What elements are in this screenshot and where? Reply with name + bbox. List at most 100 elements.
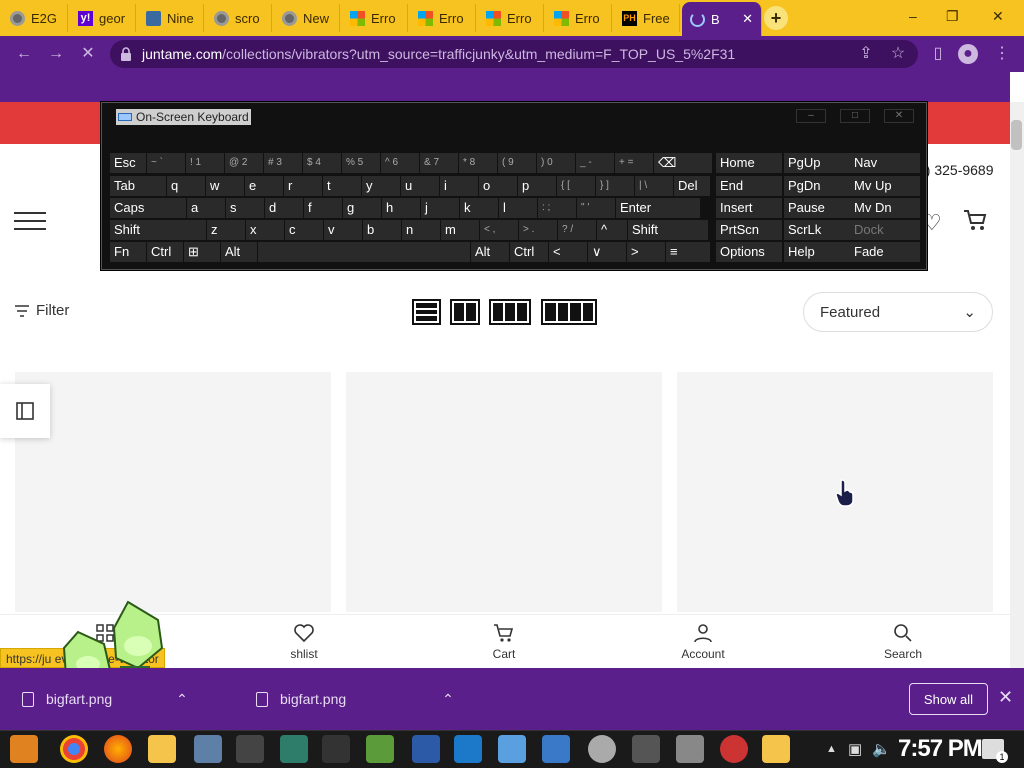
osk-key[interactable]: >: [627, 242, 665, 262]
osk-key[interactable]: ∨: [588, 242, 626, 262]
osk-key[interactable]: % 5: [342, 153, 380, 173]
osk-key[interactable]: Options: [716, 242, 782, 262]
app-taskbar-icon[interactable]: [720, 735, 748, 763]
osk-key[interactable]: g: [343, 198, 381, 218]
stop-icon[interactable]: ✕: [78, 44, 98, 64]
osk-key[interactable]: * 8: [459, 153, 497, 173]
browser-tab[interactable]: y! geor: [70, 4, 136, 32]
osk-key[interactable]: h: [382, 198, 420, 218]
app-taskbar-icon[interactable]: [676, 735, 704, 763]
osk-key[interactable]: ⌫: [654, 153, 712, 173]
osk-key[interactable]: PgUp: [784, 153, 850, 173]
osk-key[interactable]: o: [479, 176, 517, 196]
osk-key[interactable]: [258, 242, 470, 262]
osk-key[interactable]: ^: [597, 220, 627, 240]
osk-key[interactable]: Fn: [110, 242, 146, 262]
start-button-icon[interactable]: [10, 735, 38, 763]
product-card-placeholder[interactable]: [15, 372, 331, 612]
osk-key[interactable]: Del: [674, 176, 710, 196]
osk-key[interactable]: ! 1: [186, 153, 224, 173]
osk-key[interactable]: ScrLk: [784, 220, 850, 240]
osk-key[interactable]: z: [207, 220, 245, 240]
osk-close-button[interactable]: ✕: [884, 109, 914, 123]
osk-key[interactable]: f: [304, 198, 342, 218]
sidebar-toggle-button[interactable]: [0, 384, 50, 438]
osk-key[interactable]: Alt: [221, 242, 257, 262]
osk-key[interactable]: n: [402, 220, 440, 240]
osk-key[interactable]: r: [284, 176, 322, 196]
osk-key[interactable]: a: [187, 198, 225, 218]
osk-key[interactable]: Ctrl: [147, 242, 183, 262]
osk-maximize-button[interactable]: □: [840, 109, 870, 123]
osk-key[interactable]: " ': [577, 198, 615, 218]
osk-key[interactable]: u: [401, 176, 439, 196]
back-arrow-icon[interactable]: ←: [14, 44, 34, 64]
osk-key[interactable]: Enter: [616, 198, 700, 218]
app-taskbar-icon[interactable]: [632, 735, 660, 763]
layout-list-icon[interactable]: [412, 299, 441, 325]
osk-key[interactable]: < ,: [480, 220, 518, 240]
osk-key[interactable]: e: [245, 176, 283, 196]
close-window-icon[interactable]: ✕: [992, 8, 1004, 25]
tray-overflow-icon[interactable]: ▲: [826, 743, 837, 755]
browser-tab[interactable]: Erro: [546, 4, 612, 32]
osk-key[interactable]: v: [324, 220, 362, 240]
app-taskbar-icon[interactable]: [542, 735, 570, 763]
osk-key[interactable]: Shift: [110, 220, 206, 240]
osk-key[interactable]: PgDn: [784, 176, 850, 196]
osk-key[interactable]: { [: [557, 176, 595, 196]
app-taskbar-icon[interactable]: [194, 735, 222, 763]
osk-key[interactable]: ≡: [666, 242, 710, 262]
minimize-window-icon[interactable]: –: [909, 8, 917, 24]
osk-key[interactable]: $ 4: [303, 153, 341, 173]
filter-button[interactable]: Filter: [14, 302, 69, 319]
file-explorer-icon[interactable]: [148, 735, 176, 763]
osk-key[interactable]: PrtScn: [716, 220, 782, 240]
osk-key[interactable]: ( 9: [498, 153, 536, 173]
osk-key[interactable]: b: [363, 220, 401, 240]
osk-key[interactable]: l: [499, 198, 537, 218]
osk-key[interactable]: j: [421, 198, 459, 218]
osk-key[interactable]: k: [460, 198, 498, 218]
browser-tab[interactable]: Erro: [410, 4, 476, 32]
browser-tab[interactable]: Erro: [342, 4, 408, 32]
layout-4-col-icon[interactable]: [541, 299, 597, 325]
app-taskbar-icon[interactable]: [280, 735, 308, 763]
osk-key[interactable]: Esc: [110, 153, 146, 173]
bottom-nav-account[interactable]: Account: [663, 623, 743, 661]
osk-key[interactable]: ? /: [558, 220, 596, 240]
osk-key[interactable]: q: [167, 176, 205, 196]
osk-key[interactable]: Home: [716, 153, 782, 173]
browser-tab[interactable]: E2G: [2, 4, 68, 32]
browser-tab[interactable]: New: [274, 4, 340, 32]
osk-key[interactable]: & 7: [420, 153, 458, 173]
osk-key[interactable]: Dock: [850, 220, 920, 240]
kebab-menu-icon[interactable]: ⋮: [992, 44, 1012, 64]
osk-key[interactable]: # 3: [264, 153, 302, 173]
browser-tab[interactable]: Nine: [138, 4, 204, 32]
bookmark-star-icon[interactable]: ☆: [888, 44, 908, 64]
osk-key[interactable]: Pause: [784, 198, 850, 218]
show-all-downloads-button[interactable]: Show all: [909, 683, 988, 715]
osk-key[interactable]: Tab: [110, 176, 166, 196]
osk-key[interactable]: x: [246, 220, 284, 240]
osk-key[interactable]: t: [323, 176, 361, 196]
browser-tab[interactable]: Erro: [478, 4, 544, 32]
side-panel-icon[interactable]: ▯: [928, 44, 948, 64]
app-taskbar-icon[interactable]: [236, 735, 264, 763]
osk-key[interactable]: Mv Up: [850, 176, 920, 196]
app-taskbar-icon[interactable]: [454, 735, 482, 763]
osk-key[interactable]: _ -: [576, 153, 614, 173]
osk-key[interactable]: + =: [615, 153, 653, 173]
osk-key[interactable]: Help: [784, 242, 850, 262]
osk-key[interactable]: @ 2: [225, 153, 263, 173]
close-tab-icon[interactable]: ✕: [742, 11, 753, 27]
osk-key[interactable]: ~ `: [147, 153, 185, 173]
osk-key[interactable]: End: [716, 176, 782, 196]
restore-window-icon[interactable]: ❐: [946, 8, 959, 25]
osk-key[interactable]: Fade: [850, 242, 920, 262]
forward-arrow-icon[interactable]: →: [46, 44, 66, 64]
sort-select[interactable]: Featured ⌄: [803, 292, 993, 332]
osk-key[interactable]: Insert: [716, 198, 782, 218]
taskbar-clock[interactable]: 7:57 PM: [898, 735, 983, 763]
